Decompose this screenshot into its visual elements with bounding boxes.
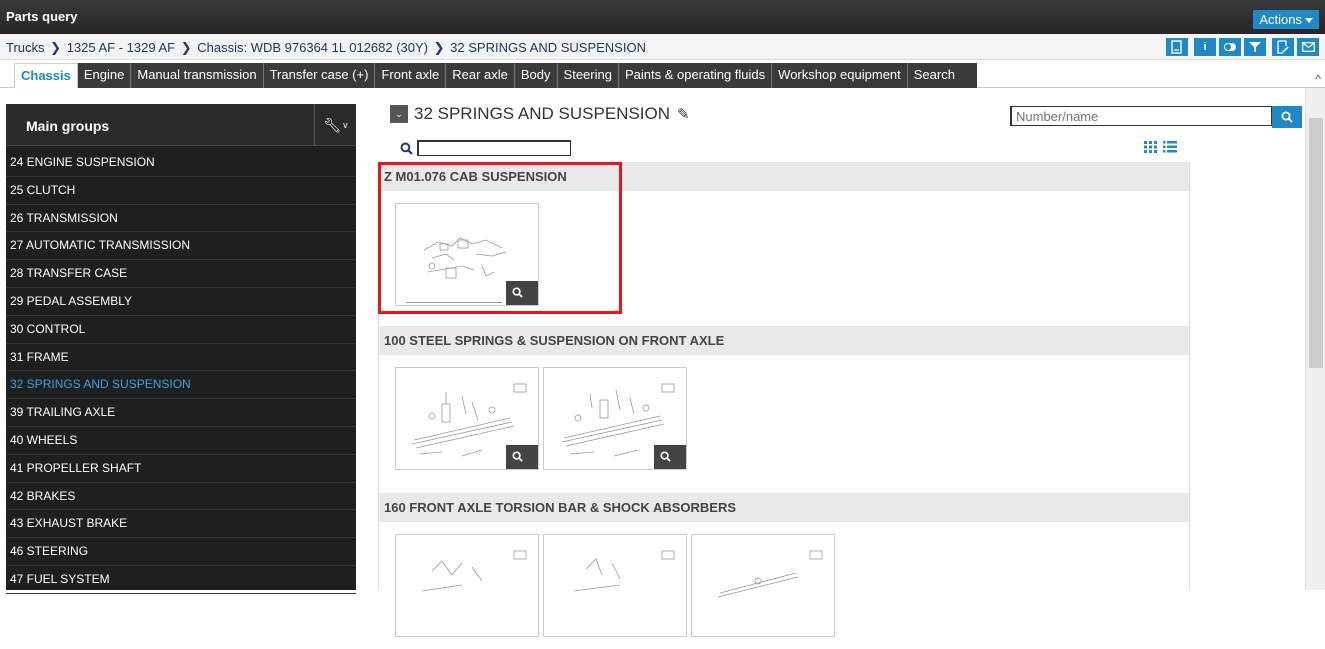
window-title: Parts query xyxy=(6,9,78,24)
list-view-icon[interactable] xyxy=(1163,141,1177,153)
sidebar-item-automatic-transmission[interactable]: 27 AUTOMATIC TRANSMISSION xyxy=(6,232,356,261)
tab-transfer-case[interactable]: Transfer case (+) xyxy=(264,63,376,88)
scrollbar-thumb[interactable] xyxy=(1309,118,1323,368)
tab-paints-operating-fluids[interactable]: Paints & operating fluids xyxy=(619,63,773,88)
filter-input[interactable] xyxy=(417,140,571,156)
breadcrumb-item[interactable]: Trucks xyxy=(6,40,45,55)
number-name-search-input[interactable] xyxy=(1010,106,1272,126)
sidebar-item-brakes[interactable]: 42 BRAKES xyxy=(6,483,356,511)
wrench-menu-button[interactable]: 🔧︎ v xyxy=(314,104,356,146)
filter-row xyxy=(400,140,571,156)
search-icon xyxy=(400,142,413,155)
sidebar-item-transmission[interactable]: 26 TRANSMISSION xyxy=(6,205,356,233)
breadcrumb: Trucks ❯ 1325 AF - 1329 AF ❯ Chassis: WD… xyxy=(0,34,1325,60)
tab-bar: Chassis Engine Manual transmission Trans… xyxy=(0,60,1325,88)
tab-engine[interactable]: Engine xyxy=(78,63,132,88)
sidebar-item-clutch[interactable]: 25 CLUTCH xyxy=(6,177,356,205)
zoom-button[interactable] xyxy=(506,445,538,469)
diagram-thumbnail[interactable] xyxy=(691,534,835,637)
page-title-row: ⌄ 32 SPRINGS AND SUSPENSION ✎ xyxy=(390,104,690,124)
sidebar-item-transfer-case[interactable]: 28 TRANSFER CASE xyxy=(6,260,356,288)
group-heading: 100 STEEL SPRINGS & SUSPENSION ON FRONT … xyxy=(379,326,1189,355)
tab-search[interactable]: Search xyxy=(908,63,977,88)
chevron-down-icon: ⌄ xyxy=(395,108,403,119)
notes-icon[interactable] xyxy=(1272,38,1294,56)
tab-steering[interactable]: Steering xyxy=(558,63,619,88)
tab-manual-transmission[interactable]: Manual transmission xyxy=(131,63,264,88)
print-preview-icon[interactable] xyxy=(1166,38,1188,56)
collapse-button[interactable]: ⌄ xyxy=(390,105,408,123)
search-icon xyxy=(512,451,523,462)
title-bar: Parts query Actions xyxy=(0,0,1325,34)
sidebar-item-exhaust-brake[interactable]: 43 EXHAUST BRAKE xyxy=(6,510,356,539)
sidebar-item-frame[interactable]: 31 FRAME xyxy=(6,344,356,372)
tab-chassis[interactable]: Chassis xyxy=(14,63,78,88)
tab-rear-axle[interactable]: Rear axle xyxy=(446,63,515,88)
sidebar-item-pedal-assembly[interactable]: 29 PEDAL ASSEMBLY xyxy=(6,288,356,316)
sidebar-item-steering[interactable]: 46 STEERING xyxy=(6,538,356,566)
sidebar-item-propeller-shaft[interactable]: 41 PROPELLER SHAFT xyxy=(6,455,356,483)
tab-workshop-equipment[interactable]: Workshop equipment xyxy=(772,63,908,88)
info-icon[interactable]: i xyxy=(1194,38,1216,56)
tab-front-axle[interactable]: Front axle xyxy=(375,63,447,88)
grid-view-icon[interactable] xyxy=(1144,141,1157,153)
sidebar-item-engine-suspension[interactable]: 24 ENGINE SUSPENSION xyxy=(6,149,356,177)
breadcrumb-item[interactable]: 1325 AF - 1329 AF xyxy=(67,40,175,55)
group-steel-springs-front-axle: 100 STEEL SPRINGS & SUSPENSION ON FRONT … xyxy=(378,326,1190,493)
chevron-right-icon: ❯ xyxy=(50,40,62,55)
vertical-scrollbar[interactable] xyxy=(1305,88,1325,590)
diagram-thumbnail[interactable] xyxy=(543,534,687,637)
sidebar-item-control[interactable]: 30 CONTROL xyxy=(6,316,356,344)
search-icon xyxy=(660,451,671,462)
breadcrumb-item[interactable]: Chassis: WDB 976364 1L 012682 (30Y) xyxy=(197,40,428,55)
actions-label: Actions xyxy=(1259,12,1302,27)
chevron-right-icon: ❯ xyxy=(433,40,445,55)
chevron-up-icon[interactable]: ^ xyxy=(1315,72,1321,86)
diagram-thumbnail[interactable] xyxy=(543,367,687,470)
main-groups-sidebar: Main groups 🔧︎ v 24 ENGINE SUSPENSION 25 … xyxy=(6,104,356,594)
search-icon xyxy=(1281,111,1293,123)
view-toggles xyxy=(1144,141,1177,153)
group-front-axle-torsion-bar: 160 FRONT AXLE TORSION BAR & SHOCK ABSOR… xyxy=(378,493,1190,637)
filter-icon[interactable] xyxy=(1244,38,1266,56)
chevron-right-icon: ❯ xyxy=(180,40,192,55)
breadcrumb-item[interactable]: 32 SPRINGS AND SUSPENSION xyxy=(450,40,646,55)
sidebar-item-springs-and-suspension[interactable]: 32 SPRINGS AND SUSPENSION xyxy=(6,371,356,400)
selection-highlight xyxy=(378,162,622,314)
sidebar-title: Main groups xyxy=(26,118,110,134)
diagram-thumbnail[interactable] xyxy=(395,534,539,637)
chevron-down-icon: v xyxy=(343,120,348,130)
actions-button[interactable]: Actions xyxy=(1253,10,1319,29)
toggle-icon[interactable] xyxy=(1219,38,1241,56)
sidebar-item-trailing-axle[interactable]: 39 TRAILING AXLE xyxy=(6,399,356,427)
diagram-thumbnail[interactable] xyxy=(395,367,539,470)
zoom-button[interactable] xyxy=(654,445,686,469)
tab-body[interactable]: Body xyxy=(515,63,558,88)
page-title: 32 SPRINGS AND SUSPENSION xyxy=(414,104,671,123)
search-button[interactable] xyxy=(1272,106,1302,128)
wrench-icon: 🔧︎ xyxy=(323,116,342,133)
edit-icon[interactable]: ✎ xyxy=(677,105,690,123)
sidebar-header: Main groups 🔧︎ v xyxy=(6,104,356,146)
sidebar-item-wheels[interactable]: 40 WHEELS xyxy=(6,427,356,455)
caret-down-icon xyxy=(1305,18,1313,24)
group-heading: 160 FRONT AXLE TORSION BAR & SHOCK ABSOR… xyxy=(379,493,1189,522)
mail-icon[interactable] xyxy=(1297,38,1319,56)
